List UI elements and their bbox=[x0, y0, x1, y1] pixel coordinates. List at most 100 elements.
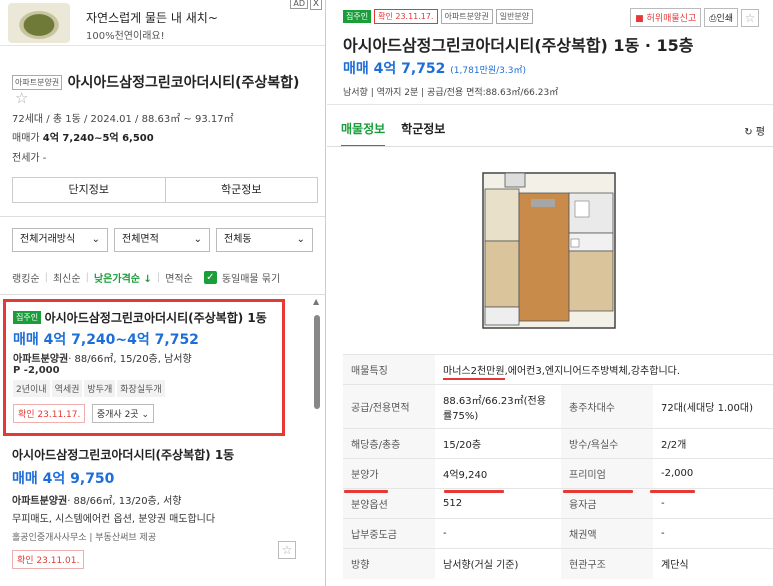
listing-detail: 아파트분양권· 88/66㎡, 13/20층, 서향 bbox=[12, 492, 302, 507]
report-button[interactable]: ■ 허위매물신고 bbox=[630, 8, 702, 27]
detail-price-unit: (1,781만원/3.3㎡) bbox=[450, 66, 526, 76]
table-row: 매물특징 마너스2천만원,에어컨3,엔지니어드주방벽체,강추합니다. bbox=[343, 354, 773, 385]
divider bbox=[327, 146, 773, 147]
row-value: - bbox=[435, 518, 561, 549]
listing-spec: · 88/66㎡, 13/20층, 서향 bbox=[67, 496, 182, 507]
sort-ranking[interactable]: 랭킹순 bbox=[12, 270, 40, 285]
broker-count-button[interactable]: 중개사 2곳 ⌄ bbox=[91, 404, 155, 423]
detail-subinfo: 남서향 | 역까지 2분 | 공급/전용 면적:88.63㎡/66.23㎡ bbox=[343, 88, 559, 98]
table-row: 방향 남서향(거실 기준) 현관구조 계단식 bbox=[343, 548, 773, 579]
detail-title: 아시아드삼정그린코아더시티(주상복합) 1동 · 15층 bbox=[343, 36, 694, 55]
row-value: 15/20층 bbox=[435, 428, 561, 459]
deal-type-select[interactable]: 전체거래방식 ⌄ bbox=[12, 228, 108, 252]
area-unit-toggle[interactable]: ↻ 평 bbox=[744, 123, 765, 138]
row-value: 남서향(거실 기준) bbox=[435, 548, 561, 579]
scrollbar-thumb[interactable] bbox=[314, 315, 320, 409]
ad-tag: AD bbox=[290, 0, 308, 9]
listing-price: 매매 4억 7,240~4억 7,752 bbox=[13, 332, 199, 348]
listing-description: 무피매도, 시스템에어컨 옵션, 분양권 매도합니다 bbox=[12, 514, 216, 525]
complex-jeonse: 전세가 - bbox=[12, 149, 46, 164]
listing-card-selected[interactable]: 집주인 아시아드삼정그린코아더시티(주상복합) 1동 매매 4억 7,240~4… bbox=[3, 299, 285, 436]
row-value: 72대(세대당 1.00대) bbox=[653, 384, 773, 429]
feature-chip: 2년이내 bbox=[13, 380, 50, 397]
table-row: 분양가 4억9,240 프리미엄 -2,000 bbox=[343, 458, 773, 489]
sort-low-price[interactable]: 낮은가격순 ↓ bbox=[94, 270, 152, 285]
row-label: 분양옵션 bbox=[343, 488, 435, 519]
refresh-icon: ↻ bbox=[744, 127, 753, 138]
complex-header: 아파트분양권 아시아드삼정그린코아더시티(주상복합) bbox=[12, 72, 318, 92]
listing-premium: P -2,000 bbox=[13, 365, 60, 376]
listing-spec: · 88/66㎡, 15/20층, 남서향 bbox=[68, 354, 192, 365]
table-row: 납부중도금 - 채권액 - bbox=[343, 518, 773, 549]
confirm-date-tag: 확인 23.11.17. bbox=[374, 9, 438, 24]
row-label: 해당층/총층 bbox=[343, 428, 435, 459]
row-label: 융자금 bbox=[561, 488, 653, 519]
favorite-star-icon[interactable]: ☆ bbox=[741, 8, 759, 27]
listing-type: 아파트분양권 bbox=[13, 354, 69, 365]
ad-title: 자연스럽게 물든 내 새치~ bbox=[86, 11, 218, 25]
ad-thumbnail bbox=[8, 3, 70, 43]
complex-info-button[interactable]: 단지정보 bbox=[13, 178, 166, 202]
owner-tag: 집주인 bbox=[13, 311, 42, 324]
annotation-underline bbox=[344, 490, 388, 493]
row-value: - bbox=[653, 488, 773, 519]
confirm-date-badge: 확인 23.11.01. bbox=[12, 550, 85, 569]
tab-school-info[interactable]: 학군정보 bbox=[401, 120, 445, 147]
complex-price-label: 매매가 bbox=[12, 133, 40, 144]
detail-price: 매매 4억 7,752 (1,781만원/3.3㎡) bbox=[343, 58, 526, 78]
complex-type-badge: 아파트분양권 bbox=[12, 74, 63, 90]
area-select[interactable]: 전체면적 ⌄ bbox=[114, 228, 210, 252]
listing-title-row: 집주인 아시아드삼정그린코아더시티(주상복합) 1동 bbox=[13, 309, 283, 326]
scroll-up-icon[interactable]: ▲ bbox=[313, 297, 319, 306]
favorite-star-icon[interactable]: ☆ bbox=[15, 89, 28, 107]
row-label: 방수/욕실수 bbox=[561, 428, 653, 459]
row-value: 88.63㎡/66.23㎡(전용률75%) bbox=[435, 384, 561, 429]
row-value: 512 bbox=[435, 488, 561, 519]
favorite-star-icon[interactable]: ☆ bbox=[278, 541, 296, 559]
chevron-down-icon: ⌄ bbox=[296, 234, 305, 245]
complex-info: 72세대 / 총 1동 / 2024.01 / 88.63㎡ ~ 93.17㎡ bbox=[12, 114, 234, 125]
detail-price-value: 매매 4억 7,752 bbox=[343, 61, 446, 77]
listing-type: 아파트분양권 bbox=[12, 496, 68, 507]
dong-select[interactable]: 전체동 ⌄ bbox=[216, 228, 313, 252]
annotation-underline bbox=[563, 490, 633, 493]
print-button[interactable]: ⎙인쇄 bbox=[704, 8, 738, 27]
list-panel: 자연스럽게 물든 내 새치~ 100%천연이래요! AD X 아파트분양권 아시… bbox=[0, 0, 326, 586]
highlight-text: 마너스2천만원 bbox=[443, 366, 505, 380]
property-detail-table: 매물특징 마너스2천만원,에어컨3,엔지니어드주방벽체,강추합니다. 공급/전용… bbox=[343, 354, 773, 579]
feature-chip: 화장실두개 bbox=[117, 380, 165, 397]
listing-card[interactable]: 아시아드삼정그린코아더시티(주상복합) 1동 매매 4억 9,750 아파트분양… bbox=[12, 446, 302, 569]
annotation-underline bbox=[650, 490, 695, 493]
row-label: 현관구조 bbox=[561, 548, 653, 579]
complex-jeonse-label: 전세가 bbox=[12, 153, 40, 164]
row-label: 분양가 bbox=[343, 458, 435, 489]
area-unit-label: 평 bbox=[755, 127, 765, 138]
complex-jeonse-value: - bbox=[42, 153, 47, 164]
row-label: 총주차대수 bbox=[561, 384, 653, 429]
sort-latest[interactable]: 최신순 bbox=[53, 270, 81, 285]
school-info-button[interactable]: 학군정보 bbox=[166, 178, 318, 202]
feature-rest: ,에어컨3,엔지니어드주방벽체,강추합니다. bbox=[504, 366, 681, 377]
confirm-date-badge: 확인 23.11.17. bbox=[13, 404, 86, 423]
checkbox-checked-icon[interactable]: ✓ bbox=[203, 271, 217, 284]
dong-value: 전체동 bbox=[224, 234, 252, 245]
ad-banner[interactable]: 자연스럽게 물든 내 새치~ 100%천연이래요! AD X bbox=[0, 0, 325, 46]
sale-type-tag: 일반분양 bbox=[495, 9, 534, 24]
tab-listing-info[interactable]: 매물정보 bbox=[341, 120, 386, 147]
ad-close-button[interactable]: X bbox=[309, 0, 322, 10]
chevron-down-icon: ⌄ bbox=[193, 234, 202, 245]
feature-chip: 역세권 bbox=[51, 380, 83, 397]
row-value: 4억9,240 bbox=[435, 458, 561, 489]
detail-tags: 집주인 확인 23.11.17. 아파트분양권 일반분양 bbox=[343, 9, 534, 24]
table-row: 해당층/총층 15/20층 방수/욕실수 2/2개 bbox=[343, 428, 773, 459]
row-value: 마너스2천만원,에어컨3,엔지니어드주방벽체,강추합니다. bbox=[435, 354, 773, 385]
floor-plan-image[interactable] bbox=[475, 165, 625, 335]
sort-area[interactable]: 면적순 bbox=[165, 270, 193, 285]
chevron-down-icon: ⌄ bbox=[141, 410, 150, 420]
divider bbox=[0, 294, 325, 295]
detail-tabs: 매물정보 학군정보 bbox=[341, 120, 445, 147]
row-value: 계단식 bbox=[653, 548, 773, 579]
ad-subtitle: 100%천연이래요! bbox=[86, 31, 165, 42]
listing-footer: 확인 23.11.17. 중개사 2곳 ⌄ bbox=[13, 404, 155, 423]
listing-name: 아시아드삼정그린코아더시티(주상복합) 1동 bbox=[12, 448, 235, 462]
